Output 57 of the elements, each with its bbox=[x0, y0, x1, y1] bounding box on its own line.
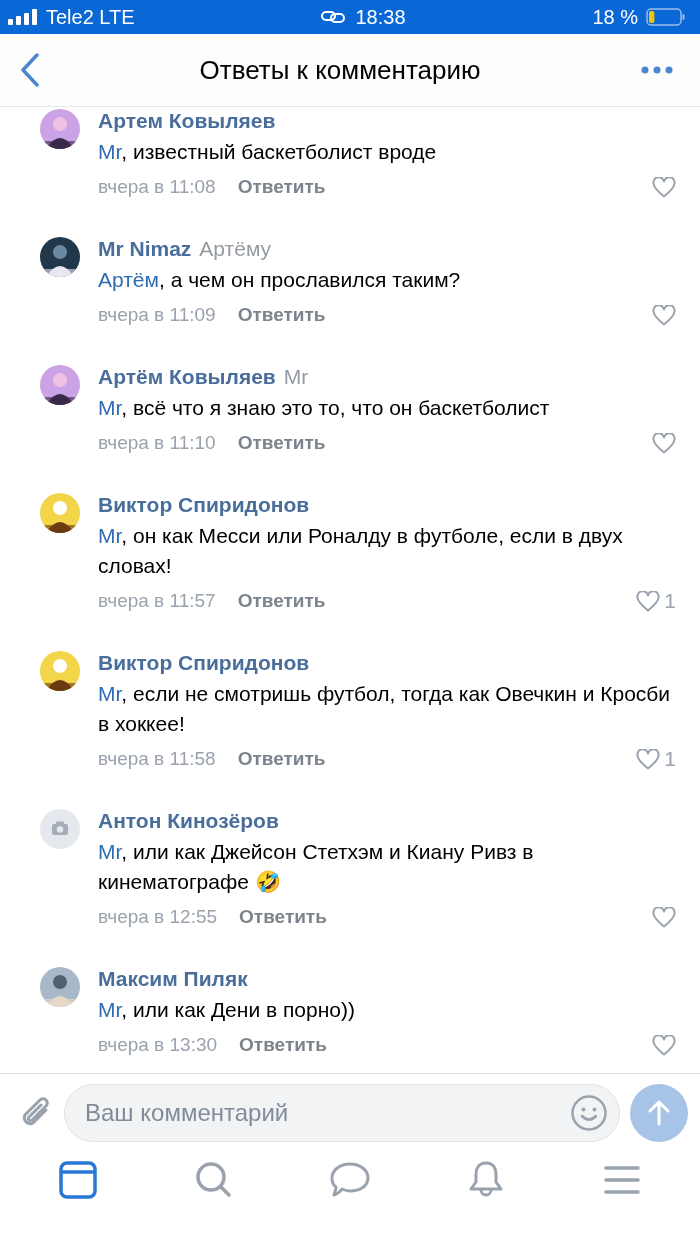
smiley-icon[interactable] bbox=[570, 1094, 608, 1132]
reply-button[interactable]: Ответить bbox=[237, 304, 326, 326]
author-name[interactable]: Антон Кинозёров bbox=[98, 807, 279, 835]
comment-text: Mr, он как Месси или Роналду в футболе, если в двух словах! bbox=[98, 523, 624, 579]
reply-button[interactable]: Ответить bbox=[239, 1034, 327, 1056]
reply-button[interactable]: Ответить bbox=[237, 432, 326, 454]
comment-text: Mr, или как Джейсон Стетхэм и Киану Ривз в кинематографе 🤣 bbox=[98, 839, 535, 895]
author-name[interactable]: Максим Пиляк bbox=[98, 965, 248, 993]
comment-time: вчера в 13:30 bbox=[98, 1034, 218, 1056]
comment-time: вчера в 11:58 bbox=[98, 748, 216, 770]
mention-link[interactable]: Mr bbox=[98, 682, 122, 705]
comment-time: вчера в 11:10 bbox=[98, 432, 216, 454]
comment-text: Mr, если не смотришь футбол, тогда как Овечкин и Кросби в хоккее! bbox=[98, 681, 672, 737]
mention-link[interactable]: Артём bbox=[98, 268, 159, 291]
like-button[interactable] bbox=[652, 432, 676, 454]
author-name[interactable]: Артем Ковыляев bbox=[98, 107, 276, 135]
reply-button[interactable]: Ответить bbox=[239, 906, 327, 928]
link-icon bbox=[321, 10, 346, 24]
like-button[interactable] bbox=[652, 304, 676, 326]
like-button[interactable] bbox=[652, 176, 676, 198]
clock-time: 18:38 bbox=[355, 5, 406, 29]
reply-button[interactable]: Ответить bbox=[237, 176, 326, 198]
search-tab[interactable] bbox=[194, 1160, 234, 1200]
mention-link[interactable]: Mr bbox=[98, 998, 122, 1021]
comment-text: Mr, известный баскетболист вроде bbox=[98, 139, 438, 165]
signal-icon bbox=[8, 9, 38, 25]
reply-button[interactable]: Ответить bbox=[237, 590, 326, 612]
author-name[interactable]: Артём Ковыляев bbox=[98, 363, 276, 391]
comment-time: вчера в 11:08 bbox=[98, 176, 216, 198]
comment-text: Артём, а чем он прославился таким? bbox=[98, 267, 462, 293]
like-button[interactable] bbox=[652, 906, 676, 928]
like-button[interactable] bbox=[652, 1034, 676, 1056]
comment-text: Mr, или как Дени в порно)) bbox=[98, 997, 356, 1023]
camera-icon[interactable] bbox=[40, 809, 80, 849]
comment-text: Mr, всё что я знаю это то, что он баскетболист bbox=[98, 395, 551, 421]
reply-to-label: Mr bbox=[283, 364, 309, 390]
news-tab[interactable] bbox=[58, 1160, 98, 1200]
author-name[interactable]: Mr Nimaz bbox=[98, 235, 192, 263]
reply-button[interactable]: Ответить bbox=[237, 748, 326, 770]
comment-field[interactable]: Ваш комментарий bbox=[64, 1084, 620, 1142]
reply-to-label: Артёму bbox=[199, 236, 272, 262]
comment-time: вчера в 12:55 bbox=[98, 906, 218, 928]
mention-link[interactable]: Mr bbox=[98, 140, 122, 163]
comment-time: вчера в 11:57 bbox=[98, 590, 216, 612]
back-button[interactable] bbox=[20, 53, 40, 87]
battery-icon bbox=[646, 8, 686, 26]
comment-time: вчера в 11:09 bbox=[98, 304, 216, 326]
carrier-label: Tele2 LTE bbox=[46, 5, 135, 29]
mention-link[interactable]: Mr bbox=[98, 524, 122, 547]
mention-link[interactable]: Mr bbox=[98, 396, 122, 419]
battery-percent: 18 % bbox=[592, 5, 638, 29]
arrow-up-icon bbox=[647, 1100, 671, 1126]
page-title: Ответы к комментарию bbox=[199, 54, 481, 86]
mention-link[interactable]: Mr bbox=[98, 840, 122, 863]
author-name[interactable]: Виктор Спиридонов bbox=[98, 491, 310, 519]
more-button[interactable] bbox=[640, 65, 674, 75]
author-name[interactable]: Виктор Спиридонов bbox=[98, 649, 310, 677]
